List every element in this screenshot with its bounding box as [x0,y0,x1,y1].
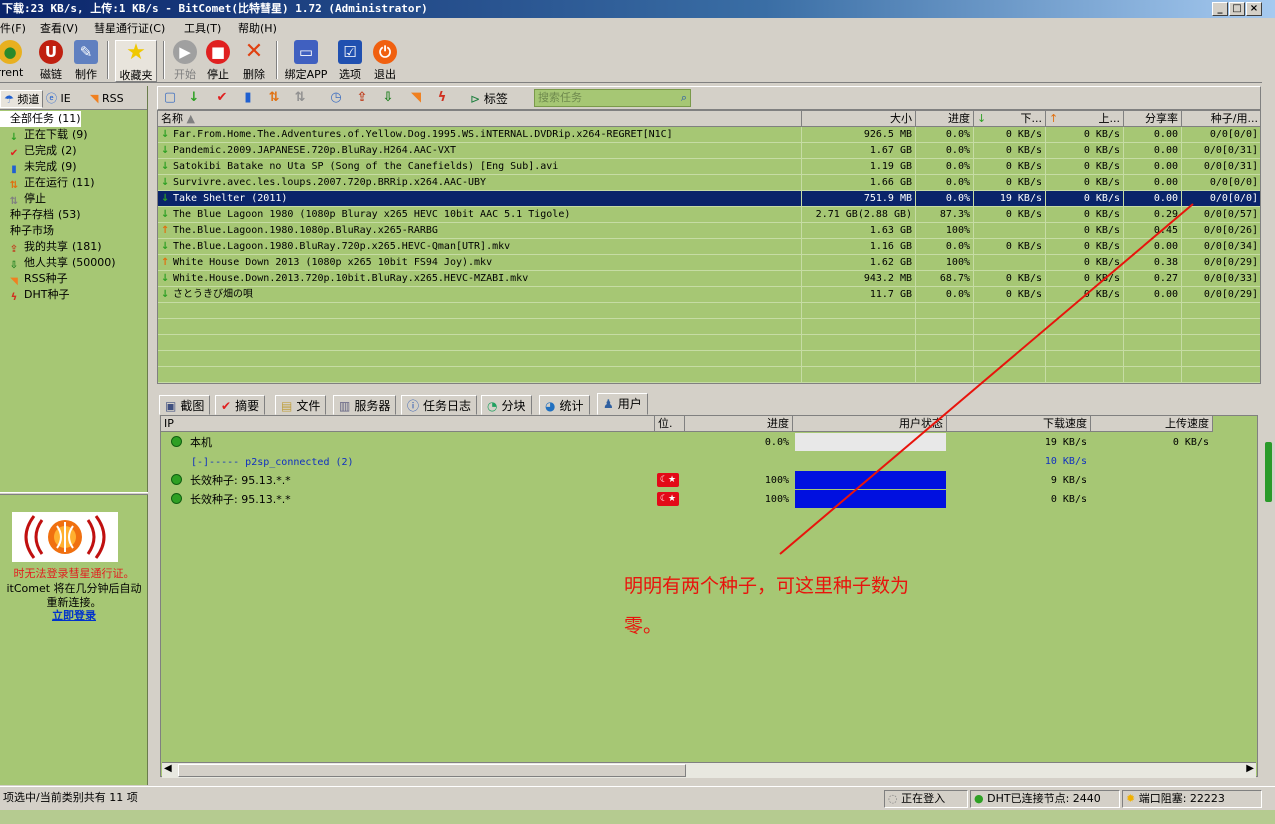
annotation-line-1: 明明有两个种子，可这里种子数为 [624,575,910,597]
status-bar: 项选中/当前类别共有 11 项 ◌ 正在登入 ● DHT已连接节点: 2440 … [0,786,1275,810]
annotation-overlay [779,203,1194,555]
port-status-icon: ✹ [1126,792,1136,805]
status-port: ✹ 端口阻塞: 22223 [1122,790,1262,808]
annotation-arrow-line [779,203,1194,555]
status-login: ◌ 正在登入 [884,790,968,808]
status-selection-text: 项选中/当前类别共有 11 项 [3,791,138,804]
login-status-icon: ◌ [888,792,898,805]
dht-status-icon: ● [974,792,984,805]
annotation-line-2: 零。 [624,615,663,637]
status-dht: ● DHT已连接节点: 2440 [970,790,1120,808]
annotation-text: 明明有两个种子，可这里种子数为 零。 [624,566,1004,646]
bottom-strip [0,810,1275,824]
